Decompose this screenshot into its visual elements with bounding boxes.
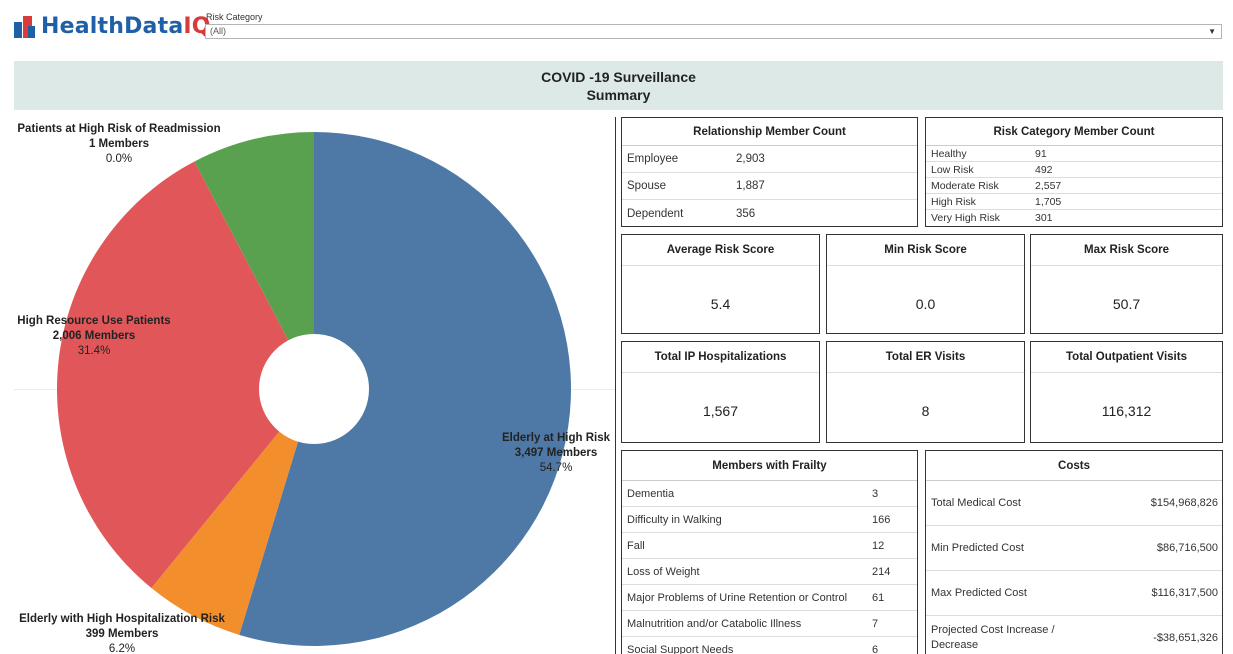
table-row: Total Medical Cost $154,968,826 [926,481,1222,526]
kpi-title: Total IP Hospitalizations [622,342,819,373]
table-row: Low Risk 492 [926,162,1222,178]
members-with-frailty-table: Members with Frailty Dementia 3 Difficult… [621,450,918,654]
dashboard-title: COVID -19 Surveillance [541,69,696,85]
pie-label-elderly-hospitalization: Elderly with High Hospitalization Risk 3… [19,613,225,654]
table-row: Max Predicted Cost $116,317,500 [926,571,1222,616]
kpi-title: Total Outpatient Visits [1031,342,1222,373]
logo-text: HealthDataIQ [41,14,211,39]
kpi-value: 116,312 [1101,403,1152,419]
pie-label-high-resource: High Resource Use Patients 2,006 Members… [17,315,171,357]
kpi-value: 8 [921,403,930,419]
kpi-title: Total ER Visits [827,342,1024,373]
table-row: Dependent 356 [627,207,756,220]
table-row: Healthy 91 [926,146,1222,162]
kpi-value: 0.0 [915,296,936,312]
risk-category-dropdown[interactable]: (All) ▼ [205,24,1222,39]
table-row: Social Support Needs 6 [622,637,917,654]
dashboard-subtitle: Summary [586,87,651,103]
donut-hole [259,334,369,444]
total-ip-hospitalizations-card: Total IP Hospitalizations 1,567 [621,341,820,443]
total-er-visits-card: Total ER Visits 8 [826,341,1025,443]
table-row: Loss of Weight 214 [622,559,917,585]
costs-table: Costs Total Medical Cost $154,968,826 Min… [925,450,1223,654]
chevron-down-icon[interactable]: ▼ [1208,27,1216,36]
logo-mark-icon [14,15,36,38]
relationship-member-count-table: Relationship Member Count Employee 2,903 … [621,117,918,227]
dashboard-title-banner: COVID -19 Surveillance Summary [14,61,1223,110]
risk-category-table-title: Risk Category Member Count [926,118,1222,146]
average-risk-score-card: Average Risk Score 5.4 [621,234,820,334]
risk-category-dropdown-value: (All) [210,26,226,36]
table-row: Malnutrition and/or Catabolic Illness 7 [622,611,917,637]
pie-label-readmission: Patients at High Risk of Readmission 1 M… [17,123,221,165]
risk-category-member-count-table: Risk Category Member Count Healthy 91 Low… [925,117,1223,227]
table-row: Major Problems of Urine Retention or Con… [622,585,917,611]
min-risk-score-card: Min Risk Score 0.0 [826,234,1025,334]
table-row: Projected Cost Increase / Decrease -$38,6… [926,616,1222,654]
healthdataiq-logo: HealthDataIQ [14,14,211,39]
table-row: Spouse 1,887 [622,173,917,200]
total-outpatient-visits-card: Total Outpatient Visits 116,312 [1030,341,1223,443]
frailty-table-title: Members with Frailty [622,451,917,481]
table-row: Dementia 3 [622,481,917,507]
risk-group-pie-chart [57,132,571,646]
kpi-value: 5.4 [710,296,731,312]
relationship-table-title: Relationship Member Count [622,118,917,146]
table-row: High Risk 1,705 [926,194,1222,210]
costs-table-title: Costs [926,451,1222,481]
risk-category-filter-label: Risk Category [206,12,263,22]
table-row: Min Predicted Cost $86,716,500 [926,526,1222,571]
kpi-title: Max Risk Score [1031,235,1222,266]
table-row: Employee 2,903 [622,146,917,173]
risk-group-pie-panel: Patients at High Risk of Readmission 1 M… [14,117,616,654]
table-row: Moderate Risk 2,557 [926,178,1222,194]
kpi-value: 50.7 [1112,296,1141,312]
table-row: Very High Risk 301 [931,212,1053,224]
kpi-title: Min Risk Score [827,235,1024,266]
kpi-value: 1,567 [702,403,739,419]
pie-label-elderly-high-risk: Elderly at High Risk 3,497 Members 54.7% [501,432,610,474]
table-row: Fall 12 [622,533,917,559]
max-risk-score-card: Max Risk Score 50.7 [1030,234,1223,334]
kpi-title: Average Risk Score [622,235,819,266]
table-row: Difficulty in Walking 166 [622,507,917,533]
